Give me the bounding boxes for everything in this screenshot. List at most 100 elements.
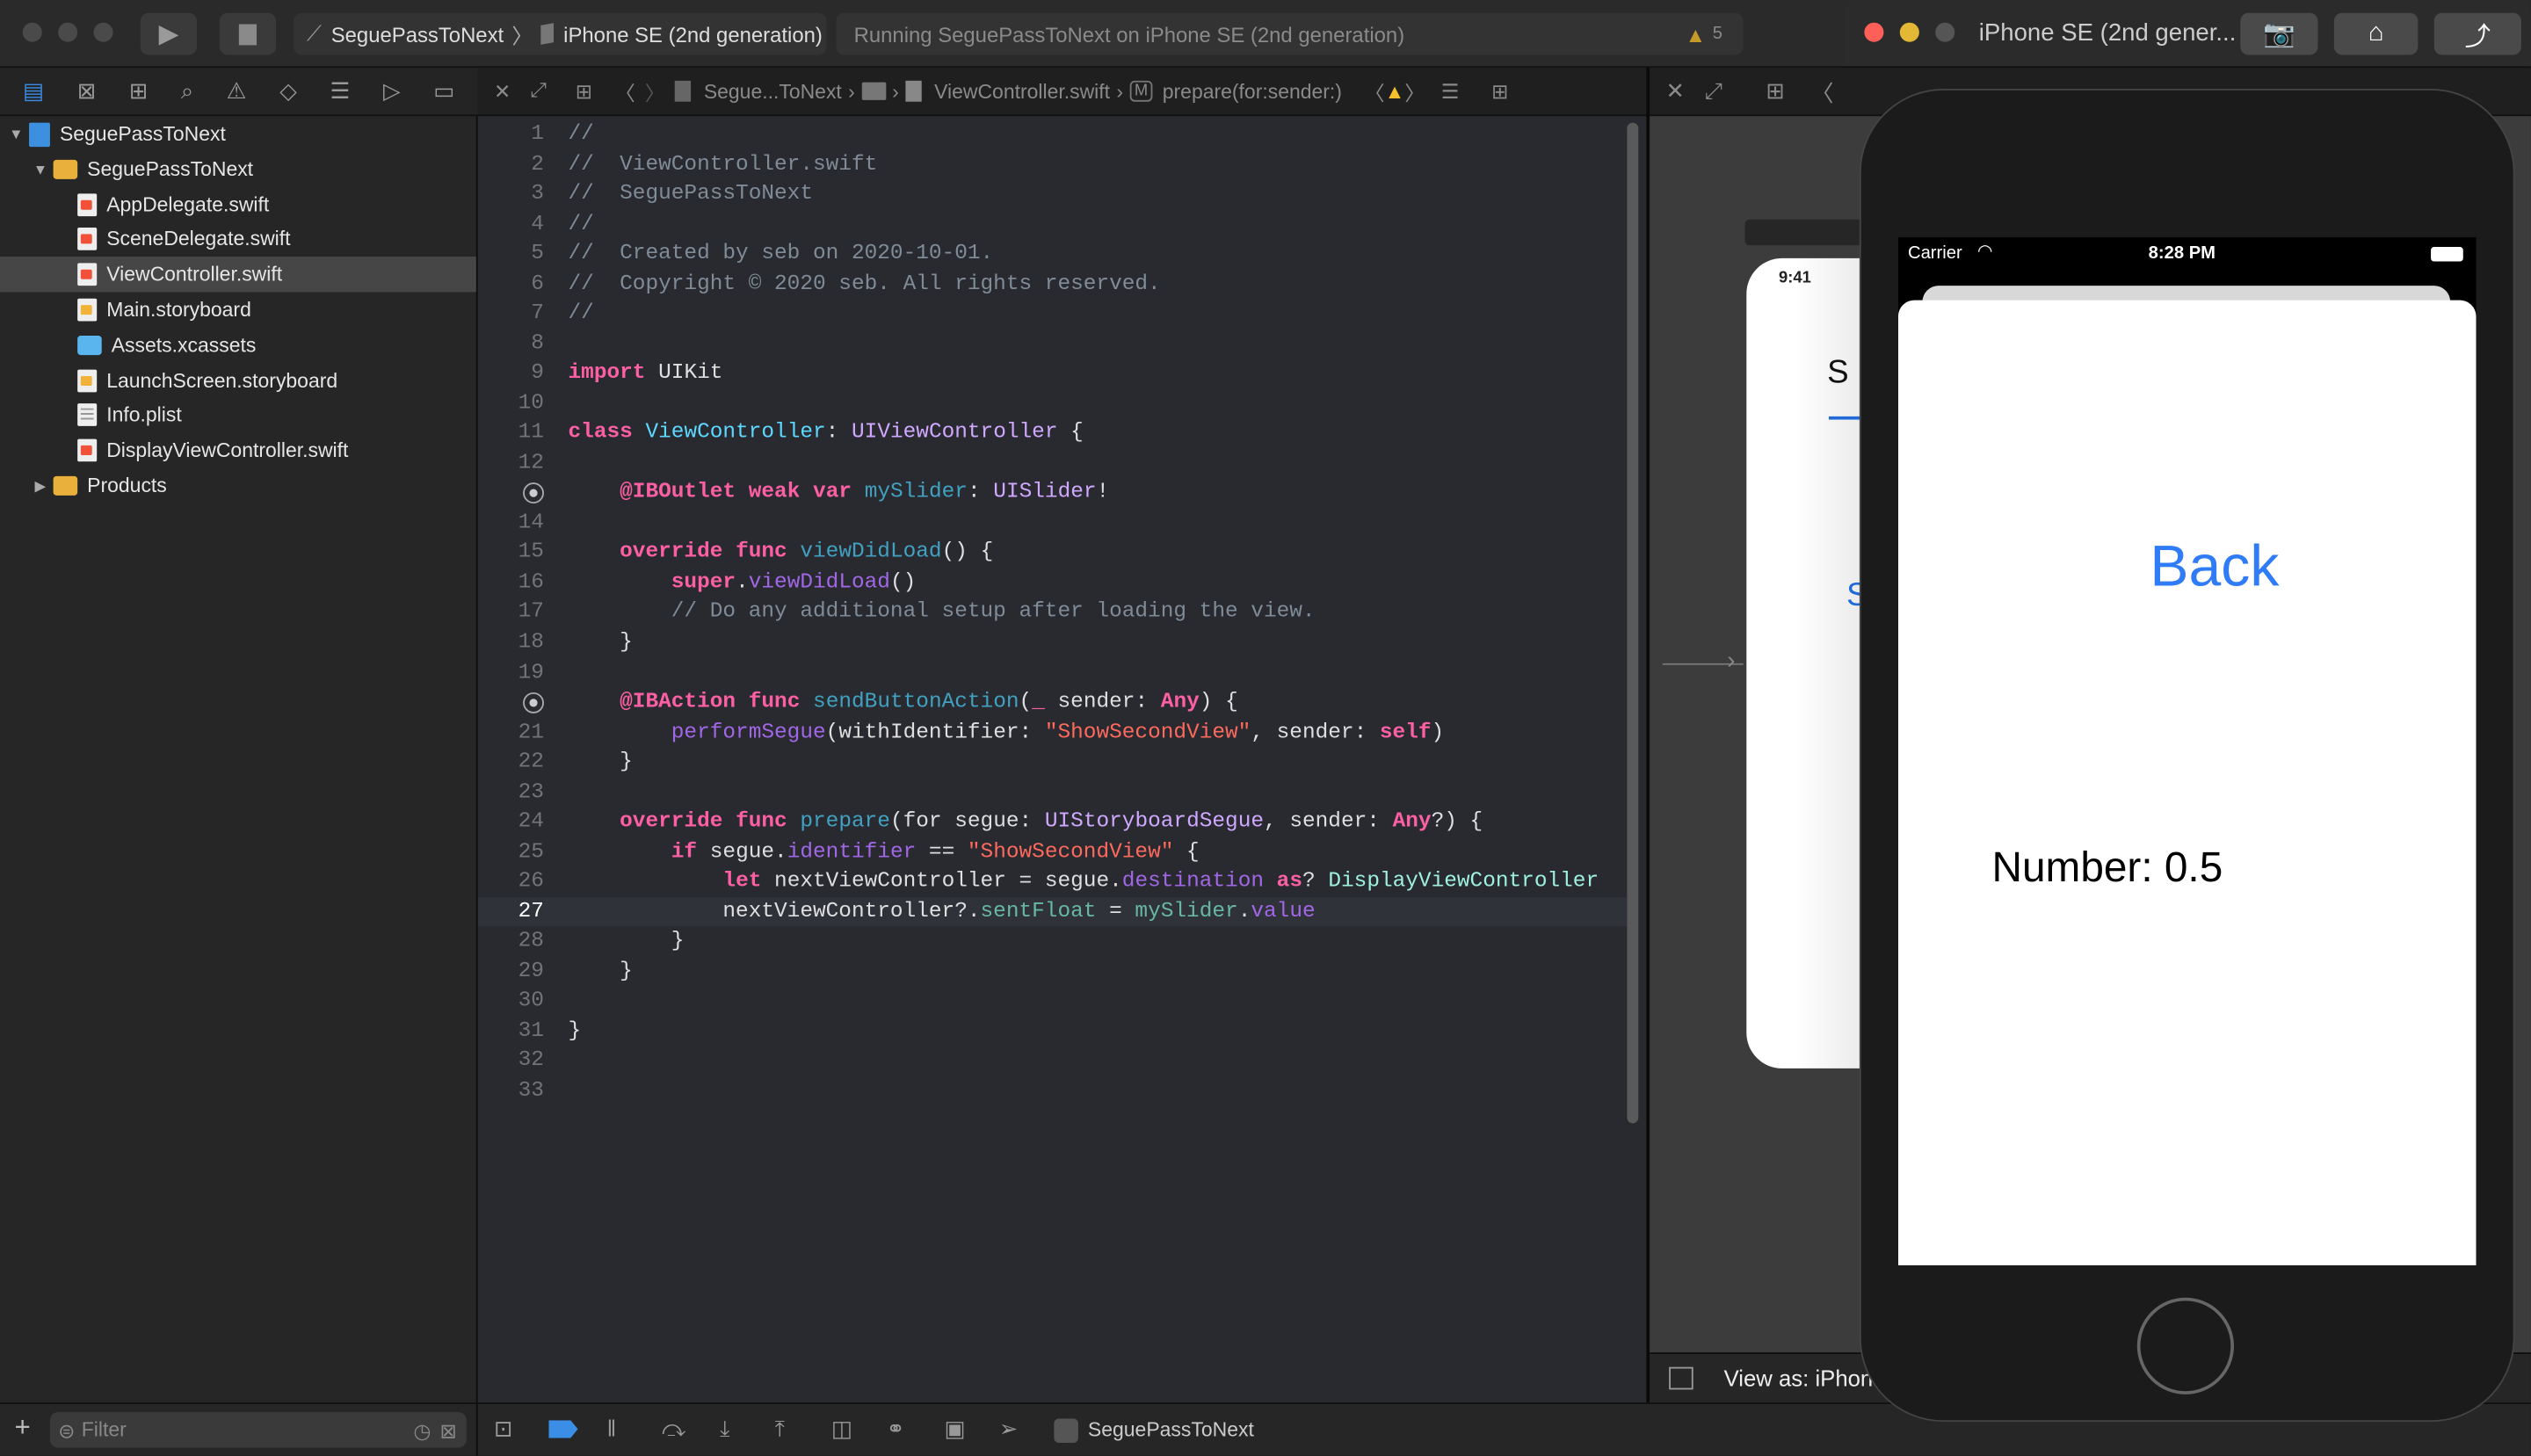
code-line[interactable]: 10 (478, 388, 1628, 418)
code-line[interactable]: 5 // Created by seb on 2020-10-01. (478, 239, 1628, 269)
navigator-item[interactable]: SceneDelegate.swift (0, 221, 476, 257)
close-editor-icon[interactable]: ✕ (1665, 77, 1685, 105)
folder-icon[interactable]: ▤ (23, 77, 44, 105)
editor-options-icon[interactable]: ☰ (1441, 79, 1460, 104)
code-line[interactable]: 16 super.viewDidLoad() (478, 568, 1628, 598)
home-button[interactable]: ⌂ (2333, 12, 2419, 55)
code-line[interactable]: 30 (478, 987, 1628, 1017)
connection-circle-icon[interactable] (523, 482, 544, 504)
code-line[interactable]: 2 // ViewController.swift (478, 149, 1628, 179)
scene-label[interactable]: S (1827, 355, 1849, 392)
close-window-button[interactable] (22, 22, 42, 42)
minimize-window-button[interactable] (58, 22, 78, 42)
debug-icon[interactable]: ☰ (330, 77, 350, 105)
code-line[interactable]: 12 (478, 448, 1628, 478)
navigator-item[interactable]: ▶ Products (0, 468, 476, 503)
source-control-icon[interactable]: ⊠ (77, 77, 97, 105)
expand-icon[interactable]: ⤢ (1705, 77, 1723, 105)
navigator-item[interactable]: DisplayViewController.swift (0, 433, 476, 468)
disclosure-triangle-icon[interactable]: ▶ (31, 477, 50, 495)
breadcrumb-symbol[interactable]: prepare(for:sender:) (1163, 80, 1342, 103)
debug-target-name[interactable]: SeguePassToNext (1088, 1418, 1254, 1441)
breakpoints-toggle-icon[interactable] (548, 1420, 578, 1438)
test-icon[interactable]: ◇ (279, 77, 297, 105)
document-outline-icon[interactable] (1669, 1366, 1693, 1390)
hide-debug-area-icon[interactable]: ⊡ (494, 1416, 513, 1443)
back-icon[interactable]: 〈 (615, 76, 635, 106)
code-line[interactable]: 19 (478, 658, 1628, 688)
code-line[interactable]: 1 // (478, 120, 1628, 149)
report-icon[interactable]: ▭ (433, 77, 454, 105)
code-line[interactable]: 11 class ViewController: UIViewController… (478, 418, 1628, 448)
previous-issue-icon[interactable]: 〈 (1365, 76, 1385, 106)
add-icon[interactable]: + (15, 1412, 31, 1445)
code-line[interactable]: 22 } (478, 748, 1628, 778)
code-line[interactable]: 27 nextViewController?.sentFloat = mySli… (477, 896, 1628, 927)
disclosure-triangle-icon[interactable]: ▼ (6, 126, 25, 141)
step-into-icon[interactable]: ⤓ (720, 1416, 729, 1443)
navigator-item[interactable]: LaunchScreen.storyboard (0, 363, 476, 398)
environment-overrides-icon[interactable]: ▣ (944, 1416, 965, 1443)
code-line[interactable]: 24 override func prepare(for segue: UISt… (478, 808, 1628, 837)
screenshot-button[interactable]: 📷 (2240, 12, 2318, 55)
search-icon[interactable]: ⌕ (181, 77, 193, 105)
code-line[interactable]: 33 (478, 1076, 1628, 1106)
forward-icon[interactable]: 〉 (645, 76, 665, 106)
simulator-screen[interactable]: Carrier ◠ 8:28 PM Back Number: 0.5 (1897, 236, 2477, 1265)
navigator-item[interactable]: ▼ SeguePassToNext (0, 116, 476, 151)
code-line[interactable]: 26 let nextViewController = segue.destin… (478, 867, 1628, 897)
disclosure-triangle-icon[interactable]: ▼ (31, 161, 50, 177)
run-button[interactable]: ▶ (140, 12, 198, 55)
code-line[interactable]: 21 performSegue(withIdentifier: "ShowSec… (478, 718, 1628, 748)
breadcrumb-file[interactable]: ViewController.swift (934, 80, 1110, 103)
code-line[interactable]: 32 (478, 1047, 1628, 1076)
warning-icon[interactable]: ▲ (1686, 22, 1707, 47)
code-line[interactable]: 4 // (478, 209, 1628, 239)
zoom-window-button[interactable] (93, 22, 113, 42)
code-line[interactable]: 17 // Do any additional setup after load… (478, 598, 1628, 627)
code-line[interactable]: 3 // SeguePassToNext (478, 179, 1628, 209)
pause-icon[interactable]: ‖ (607, 1416, 617, 1441)
code-line[interactable]: 28 } (478, 927, 1628, 957)
navigator-item[interactable]: Main.storyboard (0, 292, 476, 327)
code-line[interactable]: 31} (478, 1017, 1628, 1047)
view-as-label[interactable]: View as: iPhon (1724, 1365, 1874, 1391)
close-editor-icon[interactable]: ✕ (494, 79, 511, 104)
code-line[interactable]: @IBAction func sendButtonAction(_ sender… (478, 688, 1628, 718)
location-icon[interactable]: ➢ (999, 1416, 1019, 1443)
code-line[interactable]: 6 // Copyright © 2020 seb. All rights res… (478, 269, 1628, 299)
code-line[interactable]: 29 } (478, 957, 1628, 987)
editor-scrollbar[interactable] (1627, 122, 1639, 1124)
back-button[interactable]: Back (1898, 532, 2477, 600)
step-over-icon[interactable]: ⤼ (662, 1416, 685, 1443)
navigator-item[interactable]: AppDelegate.swift (0, 186, 476, 221)
connection-circle-icon[interactable] (523, 692, 544, 714)
breadcrumb-project[interactable]: Segue...ToNext (704, 80, 842, 103)
navigator-item[interactable]: ▼ SeguePassToNext (0, 151, 476, 186)
memory-graph-icon[interactable]: ⚭ (886, 1416, 905, 1443)
home-hardware-button[interactable] (2136, 1297, 2234, 1394)
code-editor[interactable]: 1 // 2 // ViewController.swift 3 // SeguePass… (477, 116, 1647, 1403)
code-line[interactable]: 8 (478, 329, 1628, 359)
breakpoint-icon[interactable]: ▷ (383, 77, 401, 105)
zoom-window-button[interactable] (1935, 22, 1955, 42)
scm-filter-icon[interactable]: ⊠ (440, 1418, 457, 1442)
filter-input[interactable]: ⊜ Filter ◷ ⊠ (49, 1412, 467, 1448)
code-line[interactable]: 14 (478, 508, 1628, 538)
code-line[interactable]: 18 } (478, 627, 1628, 657)
code-line[interactable]: 23 (478, 778, 1628, 808)
code-line[interactable]: 7 // (478, 299, 1628, 329)
code-line[interactable]: 9 import UIKit (478, 359, 1628, 388)
close-window-button[interactable] (1864, 22, 1884, 42)
related-items-icon[interactable]: ⊞ (1766, 77, 1785, 105)
symbol-hierarchy-icon[interactable]: ⊞ (129, 77, 149, 105)
code-line[interactable]: @IBOutlet weak var mySlider: UISlider! (478, 478, 1628, 508)
warning-icon[interactable]: ▲ (1385, 80, 1405, 103)
navigator-item[interactable]: Info.plist (0, 398, 476, 433)
code-line[interactable]: 15 override func viewDidLoad() { (478, 538, 1628, 568)
stop-button[interactable] (219, 12, 277, 55)
next-issue-icon[interactable]: 〉 (1404, 76, 1425, 106)
view-hierarchy-icon[interactable]: ◫ (831, 1416, 852, 1443)
navigator-item[interactable]: Assets.xcassets (0, 327, 476, 362)
minimize-window-button[interactable] (1899, 22, 1919, 42)
